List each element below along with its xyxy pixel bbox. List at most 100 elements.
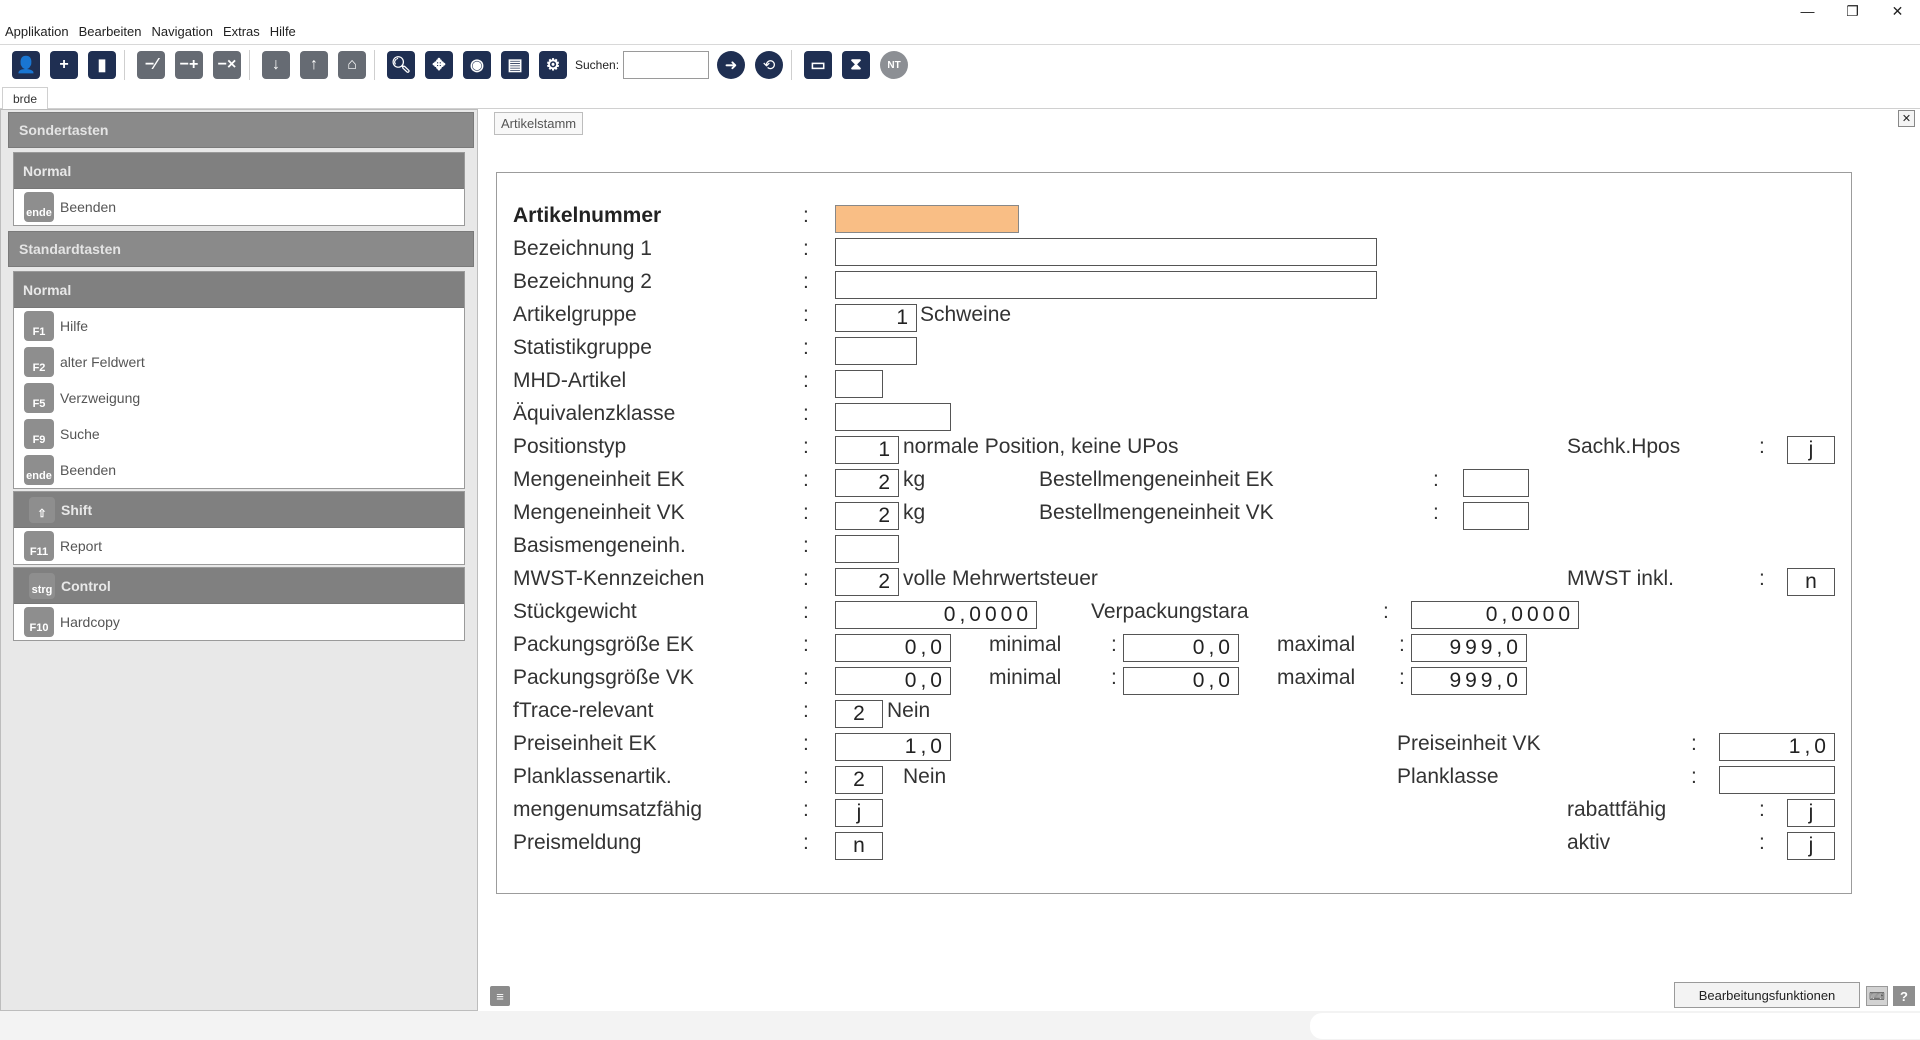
colon: : [803, 468, 809, 491]
download-button[interactable]: ↓ [260, 49, 292, 81]
print-button[interactable]: ▤ [499, 49, 531, 81]
list-item[interactable]: F1 Hilfe [14, 308, 464, 344]
navigate-button[interactable]: ✥ [423, 49, 455, 81]
search-input[interactable] [623, 51, 710, 79]
bezeichnung2-input[interactable] [835, 271, 1377, 299]
label-mwst-kennzeichen: MWST-Kennzeichen [513, 567, 705, 590]
search-button[interactable]: 🔍︎ [385, 49, 417, 81]
menu-bearbeiten[interactable]: Bearbeiten [74, 24, 147, 39]
bezeichnung1-input[interactable] [835, 238, 1377, 266]
upload-button[interactable]: ↑ [298, 49, 330, 81]
minimal-vk-input[interactable]: 0,0 [1123, 667, 1239, 695]
record-edit-button[interactable]: −⁄ [135, 49, 167, 81]
record-delete-button[interactable]: −× [211, 49, 243, 81]
ftrace-relevant-input[interactable]: 2 [835, 700, 883, 728]
list-item[interactable]: F5 Verzweigung [14, 380, 464, 416]
planklassenartik-text: Nein [903, 765, 947, 788]
bestellmengeneinheit-ek-input[interactable] [1463, 469, 1529, 497]
mengenumsatzfaehig-input[interactable]: j [835, 799, 883, 827]
settings-button[interactable]: ⚙ [537, 49, 569, 81]
close-window-button[interactable]: ✕ [1875, 0, 1920, 22]
help-icon[interactable]: ? [1893, 986, 1915, 1006]
mengeneinheit-ek-input[interactable]: 2 [835, 469, 899, 497]
list-item[interactable]: F10 Hardcopy [14, 604, 464, 640]
label-verpackungstara: Verpackungstara [1091, 600, 1249, 623]
list-item[interactable]: F11 Report [14, 528, 464, 564]
preiseinheit-vk-input[interactable]: 1,0 [1719, 733, 1835, 761]
list-item[interactable]: F2 alter Feldwert [14, 344, 464, 380]
artikelgruppe-input[interactable]: 1 [835, 304, 917, 332]
mwst-kennzeichen-text: volle Mehrwertsteuer [903, 567, 1098, 590]
form-tab-artikelstamm[interactable]: Artikelstamm [494, 112, 584, 135]
stueckgewicht-input[interactable]: 0,0000 [835, 601, 1037, 629]
colon: : [803, 534, 809, 557]
maximal-vk-input[interactable]: 999,0 [1411, 667, 1527, 695]
label-mengenumsatzfaehig: mengenumsatzfähig [513, 798, 703, 821]
archive-button[interactable]: ▭ [802, 49, 835, 81]
mwst-inkl-input[interactable]: n [1787, 568, 1835, 596]
list-item[interactable]: ende Beenden [14, 189, 464, 225]
aequivalenzklasse-input[interactable] [835, 403, 951, 431]
close-icon[interactable]: ✕ [1898, 110, 1915, 127]
packungsgroesse-vk-input[interactable]: 0,0 [835, 667, 951, 695]
sachk-hpos-input[interactable]: j [1787, 436, 1835, 464]
add-user-button[interactable]: + [48, 49, 80, 81]
maximal-ek-input[interactable]: 999,0 [1411, 634, 1527, 662]
label-mengeneinheit-vk: Mengeneinheit VK [513, 501, 685, 524]
colon: : [1759, 798, 1765, 821]
list-item[interactable]: F9 Suche [14, 416, 464, 452]
home-button[interactable]: ⌂ [336, 49, 368, 81]
user-button[interactable]: 👤 [10, 49, 42, 81]
tab-brde[interactable]: brde [2, 87, 48, 109]
colon: : [803, 798, 809, 821]
basismengeneinh-input[interactable] [835, 535, 899, 563]
packungsgroesse-ek-input[interactable]: 0,0 [835, 634, 951, 662]
bestellmengeneinheit-vk-input[interactable] [1463, 502, 1529, 530]
keyboard-icon[interactable]: ⌨ [1866, 986, 1888, 1006]
menu-navigation[interactable]: Navigation [147, 24, 218, 39]
list-item[interactable]: ende Beenden [14, 452, 464, 488]
minimize-button[interactable]: — [1785, 0, 1830, 22]
camera-button[interactable]: ◉ [461, 49, 493, 81]
menu-applikation[interactable]: Applikation [0, 24, 74, 39]
item-label: Hilfe [60, 318, 89, 334]
mengeneinheit-ek-text: kg [903, 468, 926, 491]
planklassenartik-input[interactable]: 2 [835, 766, 883, 794]
mwst-kennzeichen-input[interactable]: 2 [835, 568, 899, 596]
sondertasten-header[interactable]: Sondertasten [8, 112, 474, 148]
statistikgruppe-input[interactable] [835, 337, 917, 365]
door-button[interactable]: ▮ [86, 49, 118, 81]
mhd-artikel-input[interactable] [835, 370, 883, 398]
search-label: Suchen: [575, 58, 620, 72]
positionstyp-input[interactable]: 1 [835, 436, 899, 464]
menu-hilfe[interactable]: Hilfe [265, 24, 301, 39]
preiseinheit-ek-input[interactable]: 1,0 [835, 733, 951, 761]
colon: : [803, 369, 809, 392]
label-maximal-ek: maximal [1277, 633, 1356, 656]
label-artikelgruppe: Artikelgruppe [513, 303, 637, 326]
hourglass-button[interactable]: ⧗ [840, 49, 873, 81]
positionstyp-text: normale Position, keine UPos [903, 435, 1179, 458]
record-add-button[interactable]: −+ [173, 49, 205, 81]
menu-extras[interactable]: Extras [218, 24, 265, 39]
minimal-ek-input[interactable]: 0,0 [1123, 634, 1239, 662]
bearbeitungsfunktionen-button[interactable]: Bearbeitungsfunktionen [1674, 982, 1860, 1008]
history-button[interactable]: ⟲ [753, 49, 786, 81]
list-menu-icon[interactable]: ≡ [490, 986, 510, 1006]
rabattfaehig-input[interactable]: j [1787, 799, 1835, 827]
colon: : [1433, 468, 1439, 491]
planklasse-input[interactable] [1719, 766, 1835, 794]
artikelnummer-input[interactable] [835, 205, 1019, 233]
aktiv-input[interactable]: j [1787, 832, 1835, 860]
sondertasten-normal-group: Normal ende Beenden [13, 152, 465, 226]
mengeneinheit-vk-input[interactable]: 2 [835, 502, 899, 530]
verpackungstara-input[interactable]: 0,0000 [1411, 601, 1579, 629]
colon: : [803, 435, 809, 458]
standardtasten-header[interactable]: Standardtasten [8, 231, 474, 267]
colon: : [1759, 567, 1765, 590]
nt-button[interactable]: NT [878, 49, 911, 81]
label-bezeichnung2: Bezeichnung 2 [513, 270, 652, 293]
go-button[interactable]: ➜ [715, 49, 748, 81]
restore-button[interactable]: ❐ [1830, 0, 1875, 22]
preismeldung-input[interactable]: n [835, 832, 883, 860]
